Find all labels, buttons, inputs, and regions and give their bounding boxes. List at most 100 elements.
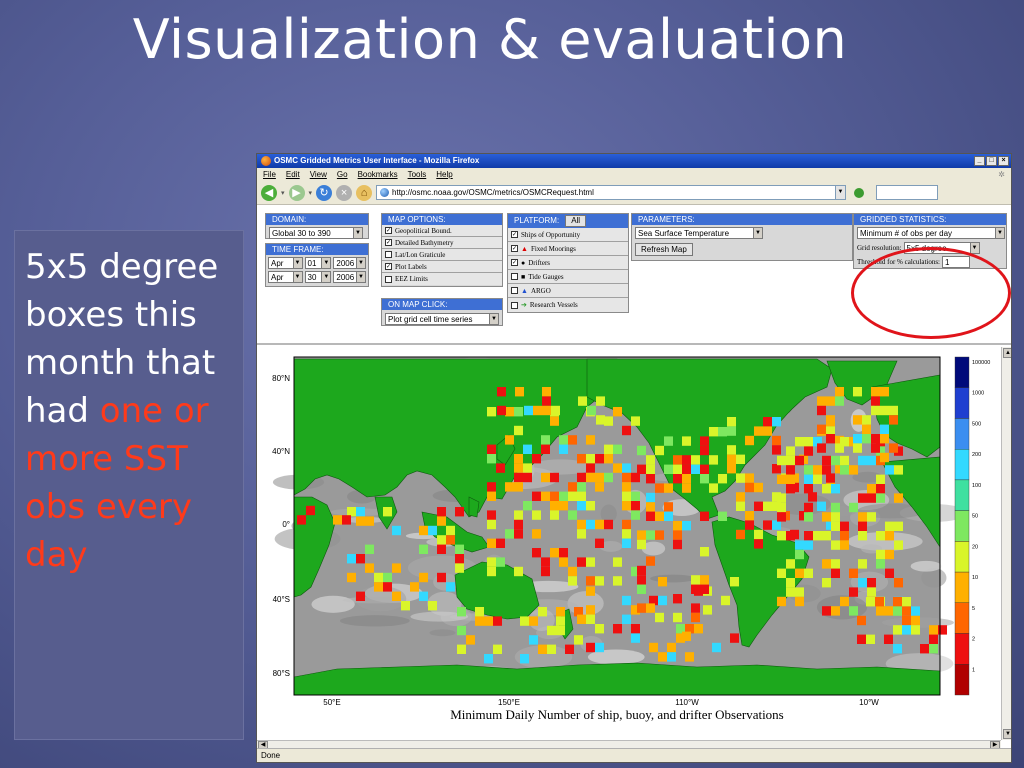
grid-cell — [682, 455, 691, 465]
menu-go[interactable]: Go — [337, 168, 348, 181]
checkbox-unchecked[interactable] — [385, 251, 392, 258]
grid-cell — [637, 603, 646, 613]
grid-cell — [596, 396, 605, 406]
grid-cell — [631, 501, 640, 511]
start-day-select[interactable]: 01 ▼ — [304, 257, 332, 269]
map-area[interactable]: 80°N 40°N 0° 40°S 80°S 50°E 150°E 110°W … — [257, 347, 1001, 742]
grid-cell — [772, 445, 781, 455]
url-dropdown-icon[interactable]: ▼ — [835, 186, 846, 199]
grid-cell — [646, 511, 655, 521]
checkbox-checked[interactable]: ✓ — [385, 263, 392, 270]
page-content: DOMAIN: Global 30 to 390 ▼ TIME FRAME: A… — [257, 205, 1011, 750]
grid-cell — [804, 531, 813, 541]
scroll-up-icon[interactable]: ▲ — [1003, 348, 1011, 358]
end-year-select[interactable]: 2006 ▼ — [333, 271, 367, 283]
option-eez[interactable]: EEZ Limits — [382, 273, 502, 285]
checkbox-checked[interactable]: ✓ — [511, 245, 518, 252]
grid-cell — [532, 529, 541, 539]
grid-cell — [885, 465, 894, 475]
grid-cell — [487, 510, 496, 520]
menu-bookmarks[interactable]: Bookmarks — [358, 168, 398, 181]
grid-cell — [419, 591, 428, 601]
grid-cell — [822, 455, 831, 466]
option-graticule[interactable]: Lat/Lon Graticule — [382, 249, 502, 261]
grid-cell — [876, 531, 885, 541]
grid-cell — [858, 578, 867, 588]
option-bathymetry[interactable]: ✓ Detailed Bathymetry — [382, 237, 502, 249]
option-geopolitical[interactable]: ✓ Geopolitical Bound. — [382, 225, 502, 237]
checkbox-checked[interactable]: ✓ — [511, 259, 518, 266]
grid-cell — [745, 482, 754, 493]
maximize-icon[interactable]: □ — [986, 156, 997, 166]
grid-cell — [840, 521, 849, 531]
stop-icon[interactable]: × — [336, 184, 353, 201]
start-year-select[interactable]: 2006 ▼ — [333, 257, 367, 269]
end-month-select[interactable]: Apr ▼ — [268, 271, 303, 283]
checkbox-checked[interactable]: ✓ — [385, 227, 392, 234]
menu-edit[interactable]: Edit — [286, 168, 300, 181]
vertical-scrollbar[interactable]: ▲ ▼ — [1001, 347, 1011, 740]
forward-dropdown-icon[interactable]: ▾ — [309, 189, 313, 197]
checkbox-unchecked[interactable] — [511, 273, 518, 280]
grid-cell — [487, 482, 496, 492]
statistic-select[interactable]: Minimum # of obs per day ▼ — [857, 227, 1005, 239]
grid-cell — [550, 548, 559, 558]
grid-cell — [574, 635, 583, 645]
search-box[interactable] — [876, 185, 939, 200]
go-icon[interactable] — [854, 187, 865, 198]
domain-select[interactable]: Global 30 to 390 ▼ — [269, 227, 363, 239]
grid-cell — [831, 455, 840, 466]
menu-tools[interactable]: Tools — [408, 168, 427, 181]
platform-all-button[interactable]: All — [565, 215, 587, 227]
platform-tide-gauges[interactable]: ■ Tide Gauges — [508, 270, 628, 284]
grid-cell — [533, 405, 542, 416]
checkbox-checked[interactable]: ✓ — [511, 231, 518, 238]
close-icon[interactable]: × — [998, 156, 1009, 166]
grid-cell — [727, 445, 736, 455]
forward-arrow-icon[interactable]: ▶ — [288, 184, 305, 201]
menu-help[interactable]: Help — [436, 168, 452, 181]
grid-cell — [849, 502, 858, 513]
ocean-texture — [910, 560, 942, 572]
platform-drifters[interactable]: ✓ ● Drifters — [508, 256, 628, 270]
platform-argo[interactable]: ▲ ARGO — [508, 284, 628, 298]
platform-header: PLATFORM: — [514, 216, 560, 225]
checkbox-checked[interactable]: ✓ — [385, 239, 392, 246]
grid-cell — [613, 407, 622, 417]
platform-ships[interactable]: ✓ Ships of Opportunity — [508, 228, 628, 242]
option-plot-labels[interactable]: ✓ Plot Labels — [382, 261, 502, 273]
start-month-select[interactable]: Apr ▼ — [268, 257, 303, 269]
grid-cell — [622, 501, 631, 511]
url-bar[interactable]: http://osmc.noaa.gov/OSMC/metrics/OSMCRe… — [376, 185, 847, 200]
end-day-select[interactable]: 30 ▼ — [304, 271, 332, 283]
map-figure[interactable]: 80°N 40°N 0° 40°S 80°S 50°E 150°E 110°W … — [257, 347, 1001, 742]
window-titlebar[interactable]: OSMC Gridded Metrics User Interface - Mo… — [257, 154, 1011, 168]
legend-label: 2 — [972, 637, 975, 643]
checkbox-unchecked[interactable] — [511, 287, 518, 294]
platform-research-vessels[interactable]: ➔ Research Vessels — [508, 298, 628, 312]
platform-label: Drifters — [528, 258, 551, 267]
menu-view[interactable]: View — [310, 168, 327, 181]
parameter-select[interactable]: Sea Surface Temperature ▼ — [635, 227, 763, 239]
home-icon[interactable]: ⌂ — [356, 184, 373, 201]
grid-cell — [822, 484, 831, 494]
platform-moorings[interactable]: ✓ ▲ Fixed Moorings — [508, 242, 628, 256]
grid-cell — [487, 407, 496, 417]
reload-icon[interactable]: ↻ — [316, 184, 333, 201]
back-dropdown-icon[interactable]: ▾ — [281, 189, 285, 197]
scroll-down-icon[interactable]: ▼ — [1003, 729, 1011, 739]
back-arrow-icon[interactable]: ◀ — [261, 184, 277, 201]
checkbox-unchecked[interactable] — [511, 301, 518, 309]
grid-cell — [826, 434, 835, 444]
legend-label: 5 — [972, 606, 975, 612]
lon-label: 110°W — [675, 698, 699, 707]
grid-cell — [559, 501, 568, 511]
checkbox-unchecked[interactable] — [385, 275, 392, 283]
refresh-map-button[interactable]: Refresh Map — [635, 243, 693, 256]
on-map-click-select[interactable]: Plot grid cell time series ▼ — [385, 313, 499, 325]
grid-cell — [853, 443, 862, 453]
minimize-icon[interactable]: _ — [974, 156, 985, 166]
platform-label: Tide Gauges — [528, 272, 564, 281]
menu-file[interactable]: File — [263, 168, 276, 181]
grid-cell — [577, 454, 586, 464]
